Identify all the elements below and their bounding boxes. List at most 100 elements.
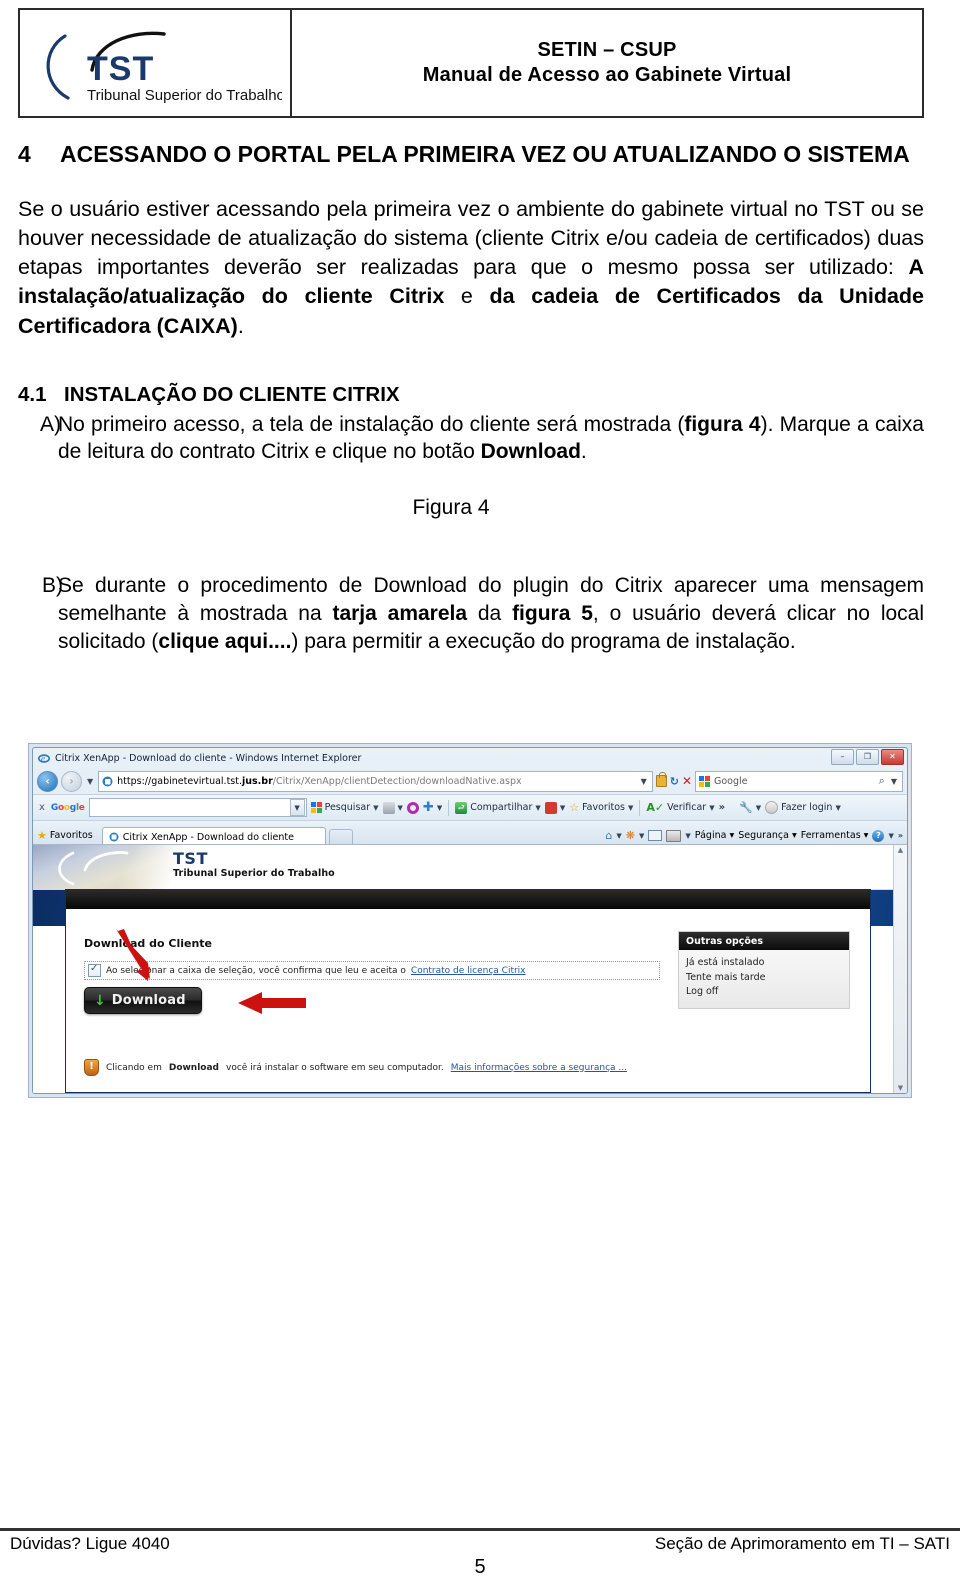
chevron-down-icon[interactable]: ▼ (628, 804, 633, 812)
back-button[interactable]: ‹ (37, 770, 58, 792)
other-option-already-installed[interactable]: Já está instalado (686, 956, 842, 971)
chevron-down-icon[interactable]: ▼ (888, 832, 893, 840)
google-toolbar-share-button[interactable]: ⮐ Compartilhar ▼ (455, 801, 541, 814)
other-option-try-later[interactable]: Tente mais tarde (686, 971, 842, 986)
annotation-arrow-diagonal-icon (116, 929, 150, 981)
chevron-down-icon[interactable]: ▼ (639, 832, 644, 840)
svg-text:e: e (41, 754, 45, 764)
url-scheme: https:// (117, 775, 152, 787)
page-number: 5 (474, 1556, 486, 1578)
favorites-bar-label: Favoritos (49, 830, 93, 841)
home-icon[interactable]: ⌂ (605, 829, 612, 842)
feeds-icon[interactable]: ❋ (626, 829, 635, 842)
stop-icon[interactable]: ✕ (682, 774, 692, 788)
download-arrow-icon: ↓ (94, 992, 106, 1009)
chevron-down-icon[interactable]: ▼ (535, 804, 540, 812)
download-button[interactable]: ↓ Download (84, 987, 202, 1014)
chevron-down-icon[interactable]: ▼ (560, 804, 565, 812)
google-search-icon (310, 802, 322, 813)
forward-button[interactable]: › (61, 770, 82, 792)
intro-text-3: . (237, 313, 244, 338)
search-icon[interactable]: ⌕ (879, 774, 885, 788)
other-option-logoff[interactable]: Log off (686, 985, 842, 1000)
command-page-button[interactable]: Página ▾ (695, 830, 734, 841)
security-info-link[interactable]: Mais informações sobre a segurança ... (451, 1063, 627, 1073)
chevron-down-icon[interactable]: ▼ (685, 832, 690, 840)
share-button-label: Compartilhar (470, 802, 533, 813)
scroll-up-icon[interactable]: ▲ (894, 846, 907, 854)
browser-viewport: TST Tribunal Superior do Trabalho Downlo… (33, 844, 907, 1093)
command-security-label: Segurança (738, 830, 789, 841)
chevron-down-icon[interactable]: ▼ (709, 804, 714, 812)
restore-button[interactable]: ❐ (856, 749, 879, 765)
banner-subtitle: Tribunal Superior do Trabalho (173, 868, 335, 879)
page-scrollbar[interactable]: ▲ ▼ (893, 845, 907, 1093)
window-controls[interactable]: – ❐ ✕ (831, 749, 904, 765)
refresh-icon[interactable]: ↻ (670, 775, 679, 788)
tab-favicon-icon (109, 832, 119, 842)
list-marker-b: B) (42, 574, 63, 598)
document-header: TST Tribunal Superior do Trabalho SETIN … (18, 8, 924, 118)
security-note-bold: Download (168, 1062, 220, 1073)
chevron-down-icon[interactable]: ▼ (398, 804, 403, 812)
url-prefix: gabinetevirtual.tst. (151, 775, 242, 787)
print-icon[interactable] (666, 829, 682, 842)
browser-tab-label: Citrix XenApp - Download do cliente (122, 831, 294, 843)
chevron-down-icon[interactable]: ▼ (756, 804, 761, 812)
google-search-dropdown-icon[interactable]: ▼ (289, 799, 305, 816)
toolbar-overflow-icon[interactable]: » (719, 802, 725, 813)
signin-button-label: Fazer login (781, 802, 833, 813)
search-dropdown-icon[interactable]: ▼ (889, 777, 899, 786)
subsection-heading: 4.1 INSTALAÇÃO DO CLIENTE CITRIX (18, 383, 924, 407)
command-overflow-icon[interactable]: » (898, 831, 903, 840)
restore-icon: ❐ (863, 752, 872, 761)
circle-icon (406, 801, 419, 814)
footer-divider (0, 1528, 960, 1531)
section-title: ACESSANDO O PORTAL PELA PRIMEIRA VEZ OU … (60, 141, 910, 167)
intro-text-1: Se o usuário estiver acessando pela prim… (18, 197, 924, 280)
browser-address-bar: ‹ › ▼ https://gabinetevirtual.tst.jus.br… (33, 768, 907, 794)
close-icon: ✕ (889, 752, 896, 761)
mail-icon[interactable] (648, 830, 663, 841)
google-toolbar-search-input[interactable]: ▼ (88, 798, 307, 817)
item-a-text-1: No primeiro acesso, a tela de instalação… (58, 412, 685, 436)
scroll-down-icon[interactable]: ▼ (894, 1084, 907, 1092)
address-input[interactable]: https://gabinetevirtual.tst.jus.br/Citri… (98, 770, 653, 792)
site-banner: TST Tribunal Superior do Trabalho (33, 845, 893, 890)
command-tools-button[interactable]: Ferramentas ▾ (801, 830, 869, 841)
star-icon: ★ (37, 829, 47, 842)
item-a-bold-1: figura 4 (684, 412, 761, 436)
chevron-down-icon[interactable]: ▼ (437, 804, 442, 812)
google-toolbar-search-button[interactable]: Pesquisar ▼ (310, 802, 379, 813)
command-security-button[interactable]: Segurança ▾ (738, 830, 797, 841)
figure-4-screenshot: e Citrix XenApp - Download do cliente - … (28, 743, 912, 1098)
browser-search-box[interactable]: Google ⌕ ▼ (695, 770, 903, 792)
chevron-down-icon[interactable]: ▼ (835, 804, 840, 812)
warning-shield-icon (84, 1059, 99, 1076)
google-toolbar-translate-button[interactable]: ▼ (382, 801, 403, 814)
chevron-down-icon[interactable]: ▼ (616, 832, 621, 840)
google-toolbar-signin-button[interactable]: Fazer login ▼ (765, 801, 841, 814)
history-dropdown-icon[interactable]: ▼ (85, 777, 95, 786)
chevron-down-icon[interactable]: ▼ (373, 804, 378, 812)
google-toolbar-opera-button[interactable] (406, 801, 419, 814)
footer-right-text: Seção de Aprimoramento em TI – SATI (654, 1534, 950, 1553)
google-toolbar-add-button[interactable]: ✚ ▼ (423, 801, 442, 814)
google-toolbar-check-button[interactable]: A✓ Verificar ▼ (646, 801, 714, 814)
license-agreement-link[interactable]: Contrato de licença Citrix (411, 966, 526, 976)
tst-logo-acronym: TST (87, 50, 154, 88)
license-checkbox[interactable] (88, 963, 101, 977)
citrix-page-frame: Download do Cliente Ao selecionar a caix… (65, 889, 871, 1093)
close-button[interactable]: ✕ (881, 749, 904, 765)
google-toolbar-close-button[interactable]: x (37, 802, 47, 813)
list-content-b: Se durante o procedimento de Download do… (58, 572, 924, 656)
minimize-button[interactable]: – (831, 749, 854, 765)
google-toolbar-settings-button[interactable]: 🔧 ▼ (739, 801, 761, 814)
header-title-cell: SETIN – CSUP Manual de Acesso ao Gabinet… (292, 10, 922, 116)
google-toolbar-blocker-button[interactable]: ▼ (544, 801, 565, 814)
command-page-label: Página (694, 830, 727, 841)
address-dropdown-icon[interactable]: ▼ (639, 777, 649, 786)
help-icon[interactable]: ? (872, 829, 885, 842)
back-arrow-icon: ‹ (45, 774, 50, 788)
google-toolbar-favorites-button[interactable]: ☆ Favoritos ▼ (569, 801, 633, 814)
